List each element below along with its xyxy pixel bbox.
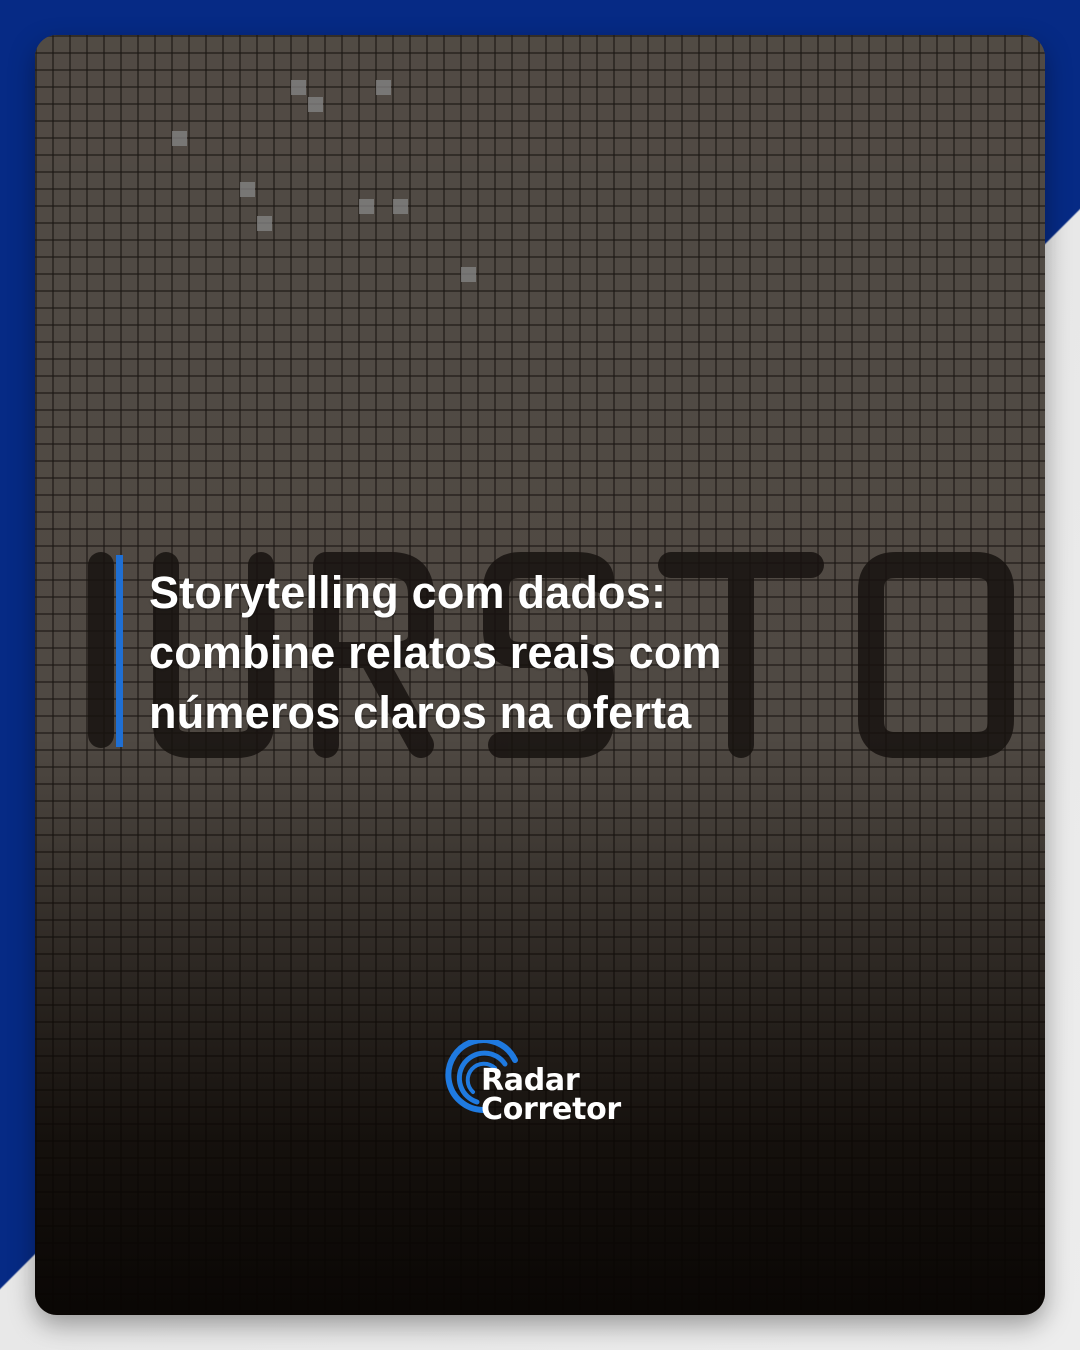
brand-logo: Radar Corretor (445, 1040, 645, 1130)
post-headline: Storytelling com dados: combine relatos … (149, 567, 722, 738)
headline-block: Storytelling com dados: combine relatos … (116, 555, 769, 747)
post-card: Storytelling com dados: combine relatos … (35, 35, 1045, 1315)
brand-name-line1: Radar (481, 1063, 580, 1098)
brand-name-line2: Corretor (481, 1092, 621, 1127)
brand-name: Radar Corretor (481, 1063, 621, 1127)
